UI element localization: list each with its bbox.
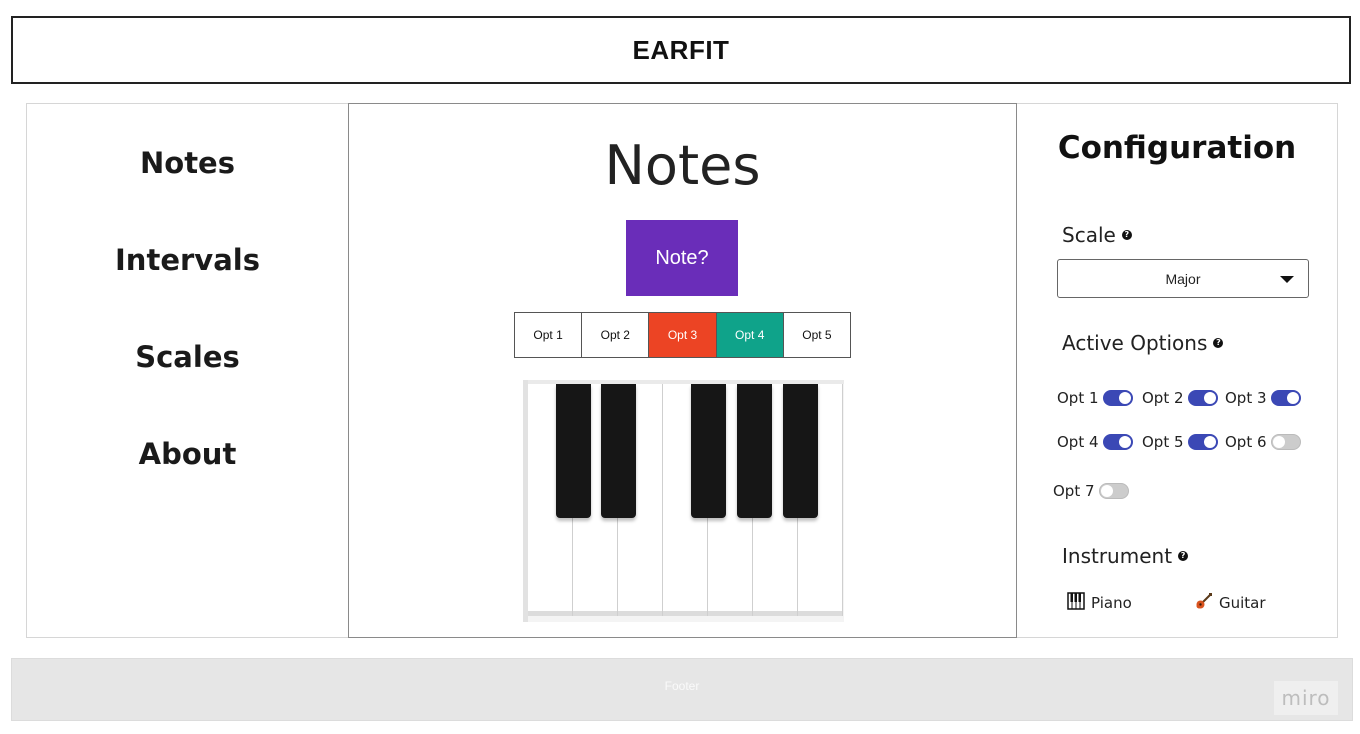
piano-black-key[interactable] — [691, 384, 726, 518]
app-header: EARFIT — [11, 16, 1351, 84]
instrument-option-label: Piano — [1091, 594, 1132, 612]
instrument-option-guitar[interactable]: Guitar — [1195, 592, 1266, 614]
option-toggle-label: Opt 4 — [1057, 433, 1099, 451]
scale-label: Scale — [1062, 223, 1116, 247]
page-title: Notes — [604, 134, 761, 197]
toggle-switch[interactable] — [1098, 483, 1129, 499]
help-icon[interactable]: ? — [1178, 551, 1189, 561]
scale-select[interactable]: Major — [1057, 259, 1309, 298]
toggle-switch[interactable] — [1187, 434, 1218, 450]
sidebar-item-notes[interactable]: Notes — [27, 146, 348, 180]
piano-black-key[interactable] — [783, 384, 818, 518]
option-toggle-4[interactable]: Opt 4 — [1057, 433, 1133, 451]
toggle-switch[interactable] — [1270, 434, 1301, 450]
option-toggle-7[interactable]: Opt 7 — [1053, 482, 1129, 500]
option-toggle-5[interactable]: Opt 5 — [1142, 433, 1218, 451]
configuration-panel: Configuration Scale ? Major Active Optio… — [1017, 104, 1337, 637]
option-toggle-label: Opt 5 — [1142, 433, 1184, 451]
answer-option-2[interactable]: Opt 2 — [582, 313, 650, 357]
app-title: EARFIT — [632, 34, 730, 65]
toggle-switch[interactable] — [1187, 390, 1218, 406]
option-toggle-1[interactable]: Opt 1 — [1057, 389, 1133, 407]
option-toggle-label: Opt 1 — [1057, 389, 1099, 407]
instrument-label-row: Instrument ? — [1062, 544, 1189, 568]
piano-icon — [1067, 592, 1085, 614]
guitar-icon — [1195, 592, 1213, 614]
answer-option-5[interactable]: Opt 5 — [783, 313, 851, 357]
piano-black-key[interactable] — [737, 384, 772, 518]
sidebar-item-about[interactable]: About — [27, 437, 348, 471]
option-toggle-label: Opt 7 — [1053, 482, 1095, 500]
chevron-down-icon — [1280, 276, 1294, 283]
instrument-option-piano[interactable]: Piano — [1067, 592, 1132, 614]
option-toggle-3[interactable]: Opt 3 — [1225, 389, 1301, 407]
option-toggle-2[interactable]: Opt 2 — [1142, 389, 1218, 407]
option-toggle-6[interactable]: Opt 6 — [1225, 433, 1301, 451]
note-question-button[interactable]: Note? — [626, 220, 738, 296]
instrument-label: Instrument — [1062, 544, 1173, 568]
option-toggle-label: Opt 2 — [1142, 389, 1184, 407]
scale-selected-value: Major — [1165, 270, 1201, 287]
active-options-label: Active Options — [1062, 331, 1208, 355]
toggle-switch[interactable] — [1102, 390, 1133, 406]
toggle-switch[interactable] — [1270, 390, 1301, 406]
help-icon[interactable]: ? — [1213, 338, 1224, 348]
piano-black-key[interactable] — [556, 384, 591, 518]
answer-options: Opt 1 Opt 2 Opt 3 Opt 4 Opt 5 — [514, 312, 851, 358]
answer-option-1[interactable]: Opt 1 — [515, 313, 583, 357]
footer-label: Footer — [664, 679, 700, 693]
answer-option-3-wrong[interactable]: Opt 3 — [649, 313, 717, 357]
main-panel: Notes Note? Opt 1 Opt 2 Opt 3 Opt 4 Opt … — [348, 103, 1017, 638]
help-icon[interactable]: ? — [1121, 230, 1132, 240]
answer-option-4-correct[interactable]: Opt 4 — [716, 313, 784, 357]
piano-black-key[interactable] — [601, 384, 636, 518]
configuration-title: Configuration — [1057, 130, 1297, 166]
toggle-switch[interactable] — [1102, 434, 1133, 450]
option-toggle-label: Opt 6 — [1225, 433, 1267, 451]
page-footer: Footer miro — [11, 658, 1353, 721]
option-toggle-label: Opt 3 — [1225, 389, 1267, 407]
sidebar-item-scales[interactable]: Scales — [27, 340, 348, 374]
sidebar-item-intervals[interactable]: Intervals — [27, 243, 348, 277]
instrument-option-label: Guitar — [1219, 594, 1266, 612]
miro-watermark: miro — [1274, 681, 1338, 715]
active-options-label-row: Active Options ? — [1062, 331, 1224, 355]
sidebar-nav: Notes Intervals Scales About — [27, 104, 348, 637]
scale-label-row: Scale ? — [1062, 223, 1132, 247]
piano-keyboard — [523, 380, 844, 622]
